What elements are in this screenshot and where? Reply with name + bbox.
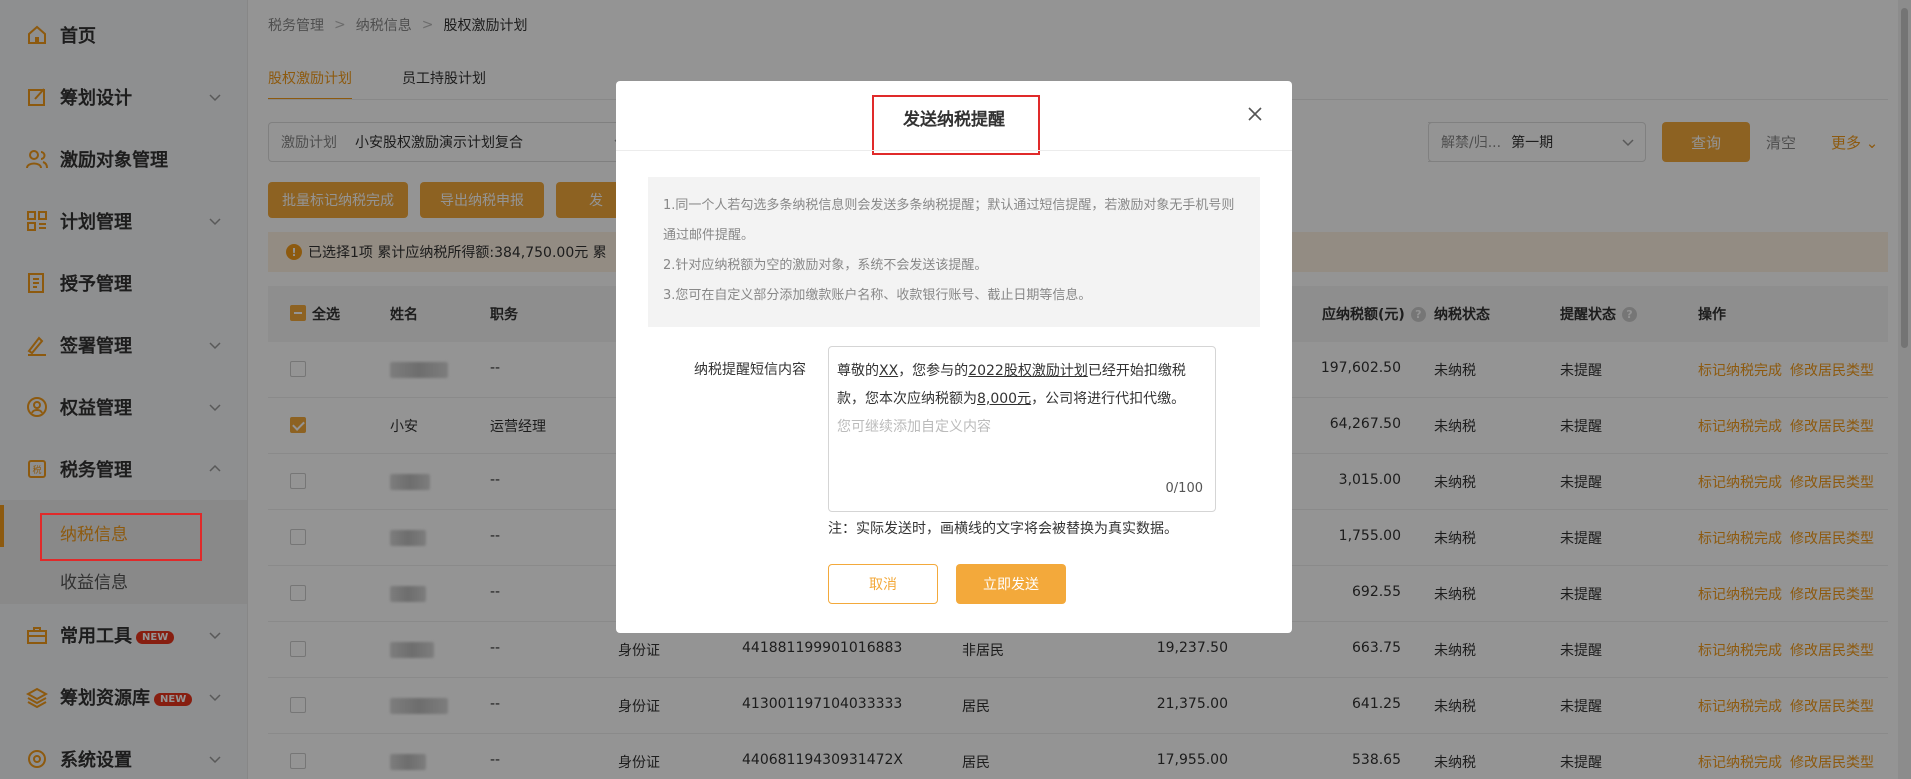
msg-var-plan: 2022股权激励计划 <box>968 363 1088 379</box>
msg-text: ，您参与的 <box>898 363 969 379</box>
custom-content-placeholder[interactable]: 您可继续添加自定义内容 <box>837 417 1207 437</box>
msg-var-amount: 8,000元 <box>977 391 1032 407</box>
dialog-divider <box>616 150 1292 151</box>
notice-box: 1.同一个人若勾选多条纳税信息则会发送多条纳税提醒；默认通过短信提醒，若激励对象… <box>648 177 1260 327</box>
char-counter: 0/100 <box>1165 481 1203 496</box>
close-icon[interactable] <box>1246 105 1264 123</box>
highlight-box-title <box>872 95 1040 155</box>
notice-line: 1.同一个人若勾选多条纳税信息则会发送多条纳税提醒；默认通过短信提醒，若激励对象… <box>663 198 1235 243</box>
notice-line: 3.您可在自定义部分添加缴款账户名称、收款银行账号、截止日期等信息。 <box>663 288 1092 303</box>
highlight-box-sidebar <box>40 513 202 561</box>
cancel-button[interactable]: 取消 <box>828 564 938 604</box>
sms-content-label: 纳税提醒短信内容 <box>694 362 806 378</box>
form-note: 注：实际发送时，画横线的文字将会被替换为真实数据。 <box>828 521 1178 537</box>
sms-template-text: 尊敬的XX，您参与的2022股权激励计划已经开始扣缴税款，您本次应纳税额为8,0… <box>837 357 1207 413</box>
send-now-button[interactable]: 立即发送 <box>956 564 1066 604</box>
sms-content-textarea[interactable]: 尊敬的XX，您参与的2022股权激励计划已经开始扣缴税款，您本次应纳税额为8,0… <box>828 346 1216 512</box>
msg-var-name: XX <box>879 363 899 379</box>
msg-text: 尊敬的 <box>837 363 879 379</box>
send-tax-reminder-dialog: 发送纳税提醒 1.同一个人若勾选多条纳税信息则会发送多条纳税提醒；默认通过短信提… <box>616 81 1292 633</box>
msg-text: ，公司将进行代扣代缴。 <box>1031 391 1186 407</box>
notice-line: 2.针对应纳税额为空的激励对象，系统不会发送该提醒。 <box>663 258 988 273</box>
